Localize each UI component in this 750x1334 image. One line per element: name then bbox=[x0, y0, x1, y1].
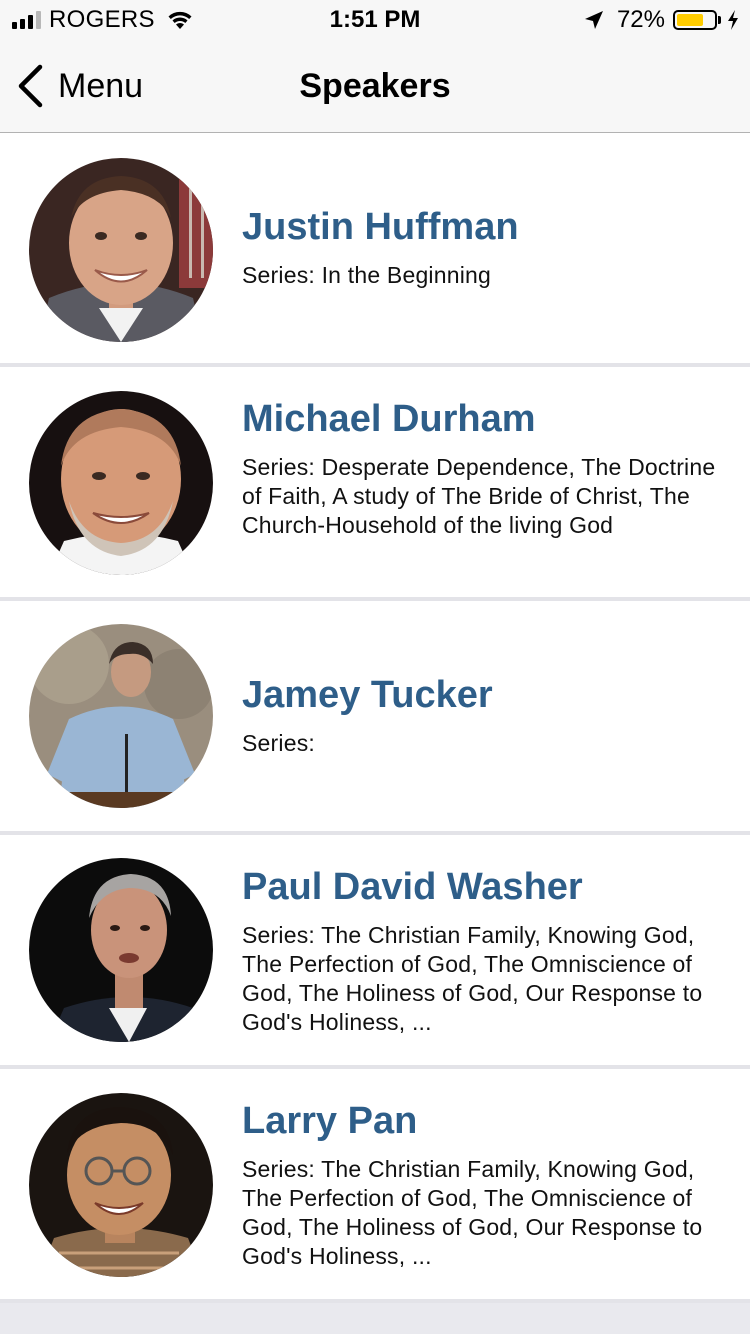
speaker-series: Series: bbox=[242, 730, 315, 756]
battery-nub bbox=[718, 16, 721, 24]
speaker-name: Michael Durham bbox=[242, 398, 536, 440]
charging-bolt-icon bbox=[728, 10, 738, 30]
status-bar: ROGERS 1:51 PM 72% bbox=[0, 0, 750, 40]
speaker-name: Paul David Washer bbox=[242, 866, 583, 908]
speaker-info: Justin Huffman Series: In the Beginning bbox=[242, 205, 734, 290]
speaker-series: Series: The Christian Family, Knowing Go… bbox=[242, 1156, 703, 1269]
avatar-photo bbox=[29, 391, 213, 575]
page-title: Speakers bbox=[299, 67, 451, 105]
avatar-photo bbox=[29, 1093, 213, 1277]
navigation-bar: Menu Speakers bbox=[0, 40, 750, 133]
speaker-series: Series: Desperate Dependence, The Doctri… bbox=[242, 454, 716, 538]
speaker-row[interactable]: Michael Durham Series: Desperate Depende… bbox=[0, 367, 750, 601]
battery-icon bbox=[673, 10, 717, 30]
speaker-avatar bbox=[29, 1093, 213, 1277]
speaker-row[interactable]: Paul David Washer Series: The Christian … bbox=[0, 835, 750, 1069]
speaker-row[interactable]: Larry Pan Series: The Christian Family, … bbox=[0, 1069, 750, 1303]
speaker-avatar bbox=[29, 624, 213, 808]
avatar-photo bbox=[29, 858, 213, 1042]
speaker-info: Paul David Washer Series: The Christian … bbox=[242, 865, 734, 1037]
speaker-row[interactable]: Justin Huffman Series: In the Beginning bbox=[0, 133, 750, 367]
battery-level bbox=[677, 14, 703, 26]
speaker-info: Jamey Tucker Series: bbox=[242, 673, 734, 758]
avatar-photo bbox=[29, 158, 213, 342]
speaker-avatar bbox=[29, 391, 213, 575]
status-right: 72% bbox=[583, 6, 740, 34]
speaker-info: Larry Pan Series: The Christian Family, … bbox=[242, 1099, 734, 1271]
speaker-info: Michael Durham Series: Desperate Depende… bbox=[242, 397, 734, 540]
speaker-avatar bbox=[29, 858, 213, 1042]
speaker-name: Larry Pan bbox=[242, 1100, 418, 1142]
location-arrow-icon bbox=[584, 11, 603, 29]
battery-percent: 72% bbox=[616, 6, 665, 33]
speaker-row[interactable]: Jamey Tucker Series: bbox=[0, 601, 750, 835]
speaker-list: Justin Huffman Series: In the Beginning … bbox=[0, 133, 750, 1303]
avatar-photo bbox=[29, 624, 213, 808]
speaker-series: Series: The Christian Family, Knowing Go… bbox=[242, 922, 703, 1035]
speaker-name: Jamey Tucker bbox=[242, 674, 493, 716]
speaker-avatar bbox=[29, 158, 213, 342]
speaker-series: Series: In the Beginning bbox=[242, 262, 492, 288]
speaker-name: Justin Huffman bbox=[242, 206, 519, 248]
